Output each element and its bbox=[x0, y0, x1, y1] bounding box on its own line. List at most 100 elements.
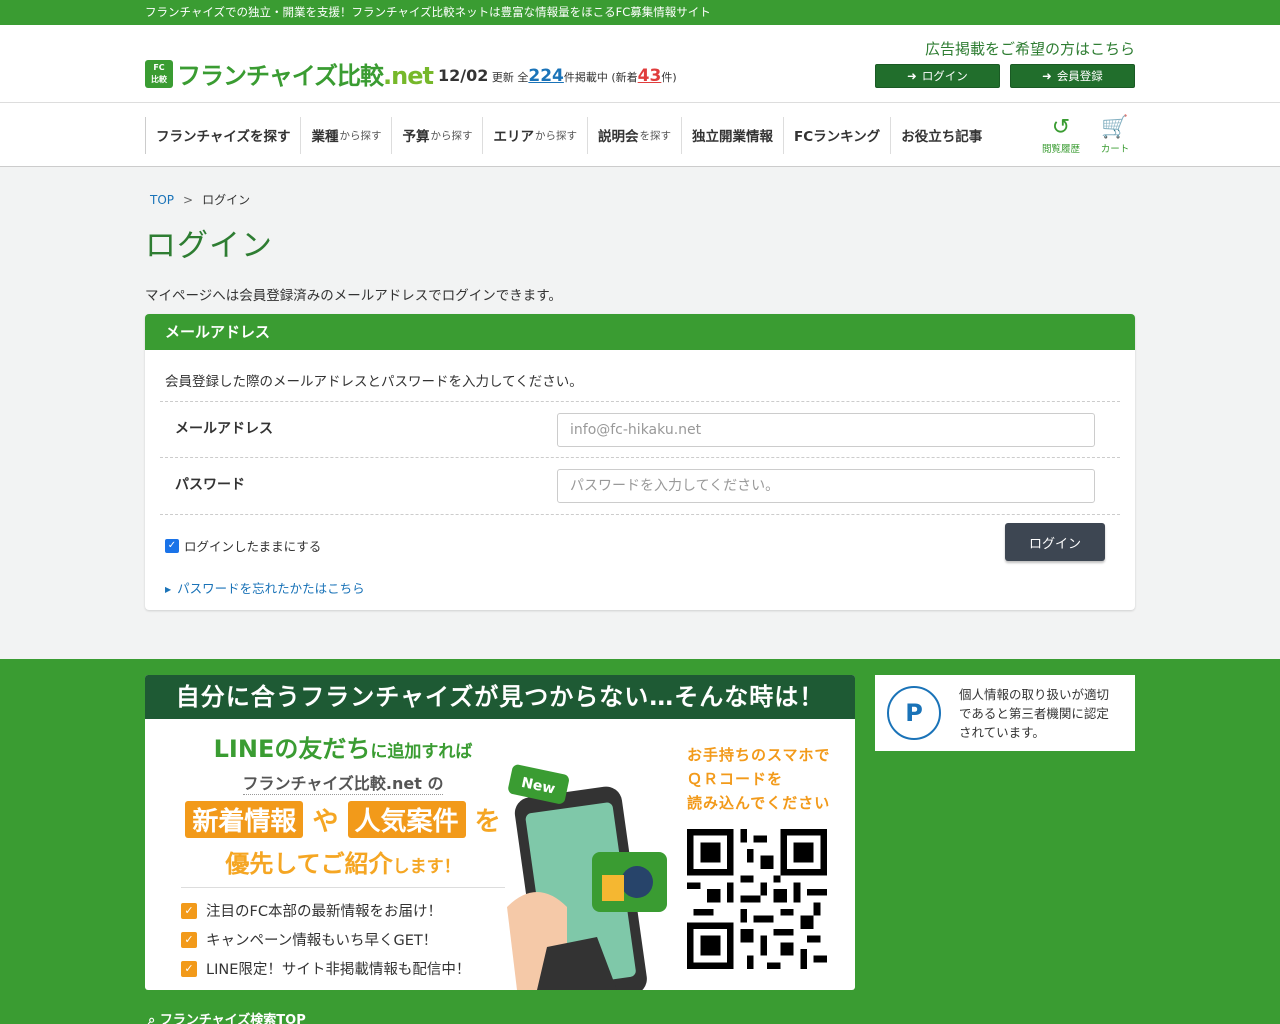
line-friend-sub: に追加すれば bbox=[370, 742, 473, 762]
breadcrumb-separator: > bbox=[183, 193, 194, 207]
password-row: パスワード bbox=[160, 457, 1120, 515]
caret-right-icon: ▶ bbox=[165, 585, 172, 594]
nav-item-seminar[interactable]: 説明会 を探す bbox=[586, 116, 681, 154]
nav-item-area[interactable]: エリア から探す bbox=[482, 116, 587, 154]
line-banner-priority-sub: します！ bbox=[392, 857, 461, 877]
remember-me[interactable]: ✓ ログインしたままにする bbox=[165, 536, 321, 555]
list-item: ✓ LINE限定！サイト非掲載情報も配信中！ bbox=[181, 958, 505, 979]
update-date: 12/02 bbox=[438, 66, 489, 85]
tagline-bar: フランチャイズでの独立・開業を支援！フランチャイズ比較ネットは豊富な情報量をほこ… bbox=[0, 0, 1280, 25]
forgot-password-link[interactable]: ▶ パスワードを忘れたかたはこちら bbox=[165, 578, 365, 597]
history-label: 閲覧履歴 bbox=[1041, 144, 1080, 155]
phone-illustration: New bbox=[507, 764, 667, 990]
nav-item-label: 業種 bbox=[311, 129, 339, 145]
nav-item-sublabel: から探す bbox=[430, 129, 473, 142]
privacy-text: 個人情報の取り扱いが適切 であると第三者機関に認定 されています。 bbox=[959, 685, 1109, 742]
logo-main: フランチャイズ比較 bbox=[177, 62, 384, 90]
nav-item-label: 説明会 bbox=[597, 129, 639, 145]
history-icon: ↺ bbox=[1051, 115, 1071, 140]
nav-icon-group: ↺ 閲覧履歴 🛒 カート bbox=[1041, 115, 1135, 155]
logo-text: フランチャイズ比較.net bbox=[177, 56, 434, 91]
breadcrumb: TOP > ログイン bbox=[145, 167, 1135, 208]
privacy-line3: されています。 bbox=[959, 724, 1045, 740]
total-count[interactable]: 224 bbox=[528, 66, 564, 86]
line-banner-line4: 優先してご紹介します！ bbox=[181, 844, 505, 879]
qr-line1: お手持ちのスマホで bbox=[687, 746, 831, 764]
email-row: メールアドレス bbox=[160, 401, 1120, 457]
footer-search-label: フランチャイズ検索TOP bbox=[159, 1013, 306, 1024]
nav-item-sublabel: から探す bbox=[534, 129, 577, 142]
search-icon: ⌕ bbox=[148, 1013, 156, 1024]
logo-badge-top: FC bbox=[153, 62, 165, 72]
check-icon: ✓ bbox=[181, 931, 197, 948]
ad-inquiry-link[interactable]: 広告掲載をご希望の方はこちら bbox=[925, 38, 1135, 59]
nav-item-independence-info[interactable]: 独立開業情報 bbox=[680, 116, 783, 154]
footer-area: 自分に合うフランチャイズが見つからない…そんな時は！ LINEの友だちに追加すれ… bbox=[0, 659, 1280, 1024]
global-nav: フランチャイズを探す 業種 から探す 予算 から探す エリア から探す 説明会 を探す … bbox=[0, 103, 1280, 167]
line-benefit-list: ✓ 注目のFC本部の最新情報をお届け！ ✓ キャンペーン情報もいち早くGET！ ✓ L… bbox=[181, 900, 505, 979]
login-card-header: メールアドレス bbox=[145, 314, 1135, 350]
nav-item-label: FCランキング bbox=[793, 129, 881, 145]
sign-in-icon: ➜ bbox=[1042, 69, 1052, 83]
email-field[interactable] bbox=[557, 413, 1095, 447]
line-friend-banner[interactable]: 自分に合うフランチャイズが見つからない…そんな時は！ LINEの友だちに追加すれ… bbox=[145, 675, 855, 990]
nav-item-sublabel: を探す bbox=[639, 129, 671, 142]
qr-instruction: お手持ちのスマホで ＱＲコードを 読み込んでください bbox=[687, 743, 837, 815]
qr-line2: ＱＲコードを bbox=[687, 770, 784, 788]
nav-item-budget[interactable]: 予算 から探す bbox=[391, 116, 482, 154]
breadcrumb-top-link[interactable]: TOP bbox=[150, 193, 174, 207]
logo-suffix: .net bbox=[383, 62, 434, 90]
check-icon: ✓ bbox=[181, 960, 197, 977]
nav-item-sublabel: から探す bbox=[339, 129, 382, 142]
nav-item-industry[interactable]: 業種 から探す bbox=[300, 116, 391, 154]
nav-item-articles[interactable]: お役立ち記事 bbox=[890, 116, 992, 154]
login-card: メールアドレス 会員登録した際のメールアドレスとパスワードを入力してください。 … bbox=[145, 314, 1135, 610]
password-label: パスワード bbox=[175, 477, 245, 493]
login-submit-button[interactable]: ログイン bbox=[1005, 523, 1105, 561]
line-banner-divider bbox=[181, 887, 505, 888]
logo-badge: FC 比較 bbox=[145, 59, 173, 88]
privacy-mark-box[interactable]: P 個人情報の取り扱いが適切 であると第三者機関に認定 されています。 bbox=[875, 675, 1135, 751]
pill-popular: 人気案件 bbox=[347, 801, 466, 838]
line-qr-code bbox=[687, 829, 827, 969]
benefit-text: LINE限定！サイト非掲載情報も配信中！ bbox=[206, 962, 471, 978]
benefit-text: キャンペーン情報もいち早くGET！ bbox=[206, 933, 438, 949]
main-content: TOP > ログイン ログイン マイページへは会員登録済みのメールアドレスでログイン… bbox=[0, 167, 1280, 659]
cart-icon: 🛒 bbox=[1101, 115, 1129, 140]
line-banner-priority: 優先してご紹介 bbox=[225, 850, 393, 878]
line-banner-site: フランチャイズ比較.net bbox=[242, 774, 422, 793]
nav-item-label: エリア bbox=[493, 129, 534, 145]
history-button[interactable]: ↺ 閲覧履歴 bbox=[1041, 115, 1081, 155]
line-friend-text: LINEの友だち bbox=[213, 735, 371, 763]
header-register-button[interactable]: ➜ 会員登録 bbox=[1010, 64, 1135, 88]
update-info: 12/02 更新 全224件掲載中 (新着43件) bbox=[438, 66, 677, 86]
password-field[interactable] bbox=[557, 469, 1095, 503]
line-banner-line2-wrap: フランチャイズ比較.net の bbox=[181, 764, 505, 795]
qr-line3: 読み込んでください bbox=[687, 794, 831, 812]
check-icon: ✓ bbox=[181, 902, 197, 919]
pill-suffix: を bbox=[474, 807, 501, 837]
site-logo[interactable]: FC 比較 フランチャイズ比較.net bbox=[145, 56, 434, 91]
listing-label: 件掲載中 (新着 bbox=[563, 71, 638, 84]
line-banner-particle: の bbox=[427, 774, 444, 793]
logo-badge-bottom: 比較 bbox=[151, 74, 167, 84]
forgot-password-label: パスワードを忘れたかたはこちら bbox=[177, 581, 365, 596]
benefit-text: 注目のFC本部の最新情報をお届け！ bbox=[206, 904, 442, 920]
pill-joiner: や bbox=[312, 807, 339, 837]
remember-checkbox[interactable]: ✓ bbox=[165, 538, 179, 553]
line-banner-line3: 新着情報 や 人気案件 を bbox=[181, 801, 505, 838]
nav-item-fc-ranking[interactable]: FCランキング bbox=[782, 116, 890, 154]
pill-new-info: 新着情報 bbox=[185, 801, 304, 838]
line-banner-line2: フランチャイズ比較.net の bbox=[242, 770, 444, 795]
nav-item-search-franchise[interactable]: フランチャイズを探す bbox=[145, 116, 300, 154]
page-title: ログイン bbox=[145, 228, 273, 264]
footer-search-top-link[interactable]: ⌕ フランチャイズ検索TOP bbox=[148, 1009, 306, 1024]
cart-button[interactable]: 🛒 カート bbox=[1095, 115, 1135, 155]
new-count[interactable]: 43 bbox=[638, 66, 662, 86]
nav-item-label: 独立開業情報 bbox=[691, 129, 773, 145]
privacy-mark-icon: P bbox=[887, 686, 941, 740]
privacy-line2: であると第三者機関に認定 bbox=[959, 705, 1109, 721]
nav-item-label: 予算 bbox=[402, 129, 430, 145]
header-login-button[interactable]: ➜ ログイン bbox=[875, 64, 1000, 88]
sign-in-icon: ➜ bbox=[907, 69, 917, 83]
